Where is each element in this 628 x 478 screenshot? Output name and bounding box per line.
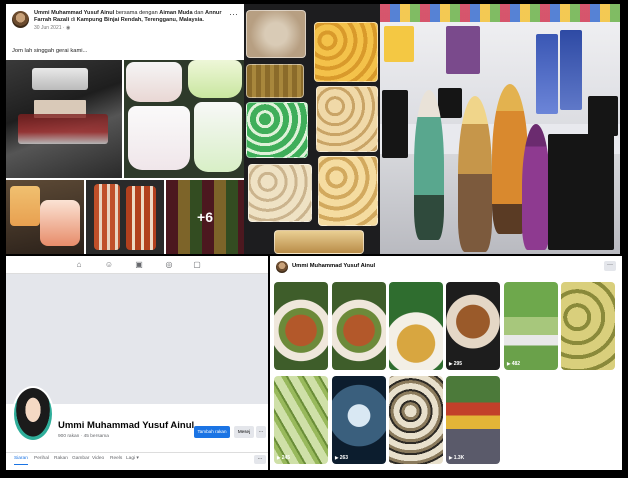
- computer-class-photo: [380, 4, 620, 254]
- at-word: di: [70, 17, 76, 24]
- computer-monitor: [548, 134, 614, 250]
- post-header: Ummi Muhammad Yusuf Ainul bersama dengan…: [10, 8, 240, 48]
- kuih-box: [314, 22, 378, 82]
- reel-thumbnail[interactable]: [561, 282, 615, 370]
- friend-count[interactable]: 900 rakan · 45 bersama: [58, 434, 109, 439]
- kuih-box: [318, 156, 378, 226]
- reel-view-count: 1.3K: [449, 455, 465, 461]
- tab-about[interactable]: Perihal: [34, 456, 49, 461]
- and-word: dan: [194, 10, 204, 16]
- reel-thumbnail[interactable]: 263: [332, 376, 386, 464]
- profile-page: ⌂ ☺ ▣ ◎ ▢ Ummi Muhammad Yusuf Ainul 900 …: [6, 256, 268, 470]
- facebook-post: Ummi Muhammad Yusuf Ainul bersama dengan…: [6, 4, 244, 254]
- tab-reels[interactable]: Reels: [110, 456, 122, 461]
- reel-view-count: 245: [277, 455, 290, 461]
- post-timestamp[interactable]: 30 Jun 2021 · ◉: [34, 25, 230, 32]
- reel-thumbnail[interactable]: [274, 282, 328, 370]
- reels-owner-name[interactable]: Ummi Muhammad Yusuf Ainul: [292, 263, 375, 269]
- profile-tabs: Siaran Perihal Rakan Gambar Video Reels …: [6, 452, 268, 468]
- dessert-cup: [126, 62, 182, 102]
- reel-thumbnail[interactable]: [389, 282, 443, 370]
- location-link[interactable]: Kampung Binjai Rendah, Terengganu, Malay…: [77, 17, 204, 23]
- kuih-box: [246, 102, 308, 158]
- groups-icon[interactable]: ◎: [164, 260, 174, 270]
- tab-friends[interactable]: Rakan: [54, 456, 68, 461]
- bunting-decoration: [380, 4, 620, 22]
- tab-more[interactable]: Lagi ▾: [126, 456, 139, 461]
- reel-thumbnail[interactable]: 482: [504, 282, 558, 370]
- reels-more-button[interactable]: ···: [604, 261, 616, 271]
- post-meta: Ummi Muhammad Yusuf Ainul bersama dengan…: [34, 10, 230, 32]
- reel-view-count: 295: [449, 361, 462, 367]
- owner-avatar[interactable]: [276, 261, 288, 273]
- post-photo-2[interactable]: [124, 60, 244, 178]
- participant: [414, 90, 444, 240]
- reel-view-count: 263: [335, 455, 348, 461]
- kuih-box: [246, 64, 304, 98]
- tab-photos[interactable]: Gambar: [72, 456, 89, 461]
- computer-monitor: [382, 90, 408, 158]
- reels-section: Ummi Muhammad Yusuf Ainul ··· 295 482 24…: [270, 256, 622, 470]
- tab-videos[interactable]: Video: [92, 456, 104, 461]
- dessert-cup: [128, 106, 190, 170]
- reel-thumbnail[interactable]: 295: [446, 282, 500, 370]
- home-icon[interactable]: ⌂: [74, 260, 84, 270]
- dessert-cup: [194, 102, 242, 172]
- profile-more-button[interactable]: ···: [256, 426, 266, 438]
- cover-photo[interactable]: [6, 274, 268, 404]
- computer-monitor: [588, 96, 618, 136]
- kuih-box: [248, 164, 312, 222]
- kuih-box: [274, 230, 364, 254]
- tabs-more-button[interactable]: ···: [254, 455, 266, 464]
- wall-poster: [446, 26, 480, 74]
- author-name[interactable]: Ummi Muhammad Yusuf Ainul: [34, 10, 114, 16]
- top-nav-bar: ⌂ ☺ ▣ ◎ ▢: [6, 256, 268, 274]
- dessert-cup: [188, 60, 242, 98]
- kuih-containers-photo: [244, 4, 380, 254]
- reel-thumbnail[interactable]: [389, 376, 443, 464]
- post-photo-1[interactable]: [6, 60, 122, 178]
- post-photo-5[interactable]: +6: [166, 180, 244, 254]
- profile-picture[interactable]: [12, 386, 54, 442]
- more-options-icon[interactable]: ⋯: [229, 10, 238, 19]
- friends-icon[interactable]: ☺: [104, 260, 114, 270]
- add-friend-button[interactable]: Tambah rakan: [194, 426, 230, 438]
- reel-view-count: 482: [507, 361, 520, 367]
- profile-name: Ummi Muhammad Yusuf Ainul: [58, 420, 195, 431]
- kuih-box: [316, 86, 378, 152]
- post-photo-3[interactable]: [6, 180, 84, 254]
- more-photos-overlay: +6: [166, 180, 244, 254]
- post-photo-4[interactable]: [86, 180, 164, 254]
- author-avatar[interactable]: [12, 11, 29, 28]
- kuih-box: [246, 10, 306, 58]
- roll-up-banner: [536, 34, 558, 114]
- reel-thumbnail[interactable]: [332, 282, 386, 370]
- participant: [522, 124, 550, 250]
- with-word: bersama dengan: [115, 10, 158, 16]
- tagged-user-1[interactable]: Aiman Muda: [159, 10, 192, 16]
- gaming-icon[interactable]: ▢: [192, 260, 202, 270]
- computer-monitor: [438, 88, 462, 118]
- post-photo-grid: +6: [6, 60, 244, 254]
- reels-header: Ummi Muhammad Yusuf Ainul ···: [274, 260, 618, 276]
- roll-up-banner: [560, 30, 582, 110]
- post-text: Jom lah singgah gerai kami...: [12, 48, 88, 54]
- message-button[interactable]: Mesej: [234, 426, 254, 438]
- reel-thumbnail[interactable]: 245: [274, 376, 328, 464]
- watch-icon[interactable]: ▣: [134, 260, 144, 270]
- reel-thumbnail[interactable]: 1.3K: [446, 376, 500, 464]
- wall-poster: [384, 26, 414, 62]
- tab-posts[interactable]: Siaran: [14, 456, 28, 465]
- more-photos-count: +6: [197, 209, 213, 225]
- participant: [458, 96, 492, 252]
